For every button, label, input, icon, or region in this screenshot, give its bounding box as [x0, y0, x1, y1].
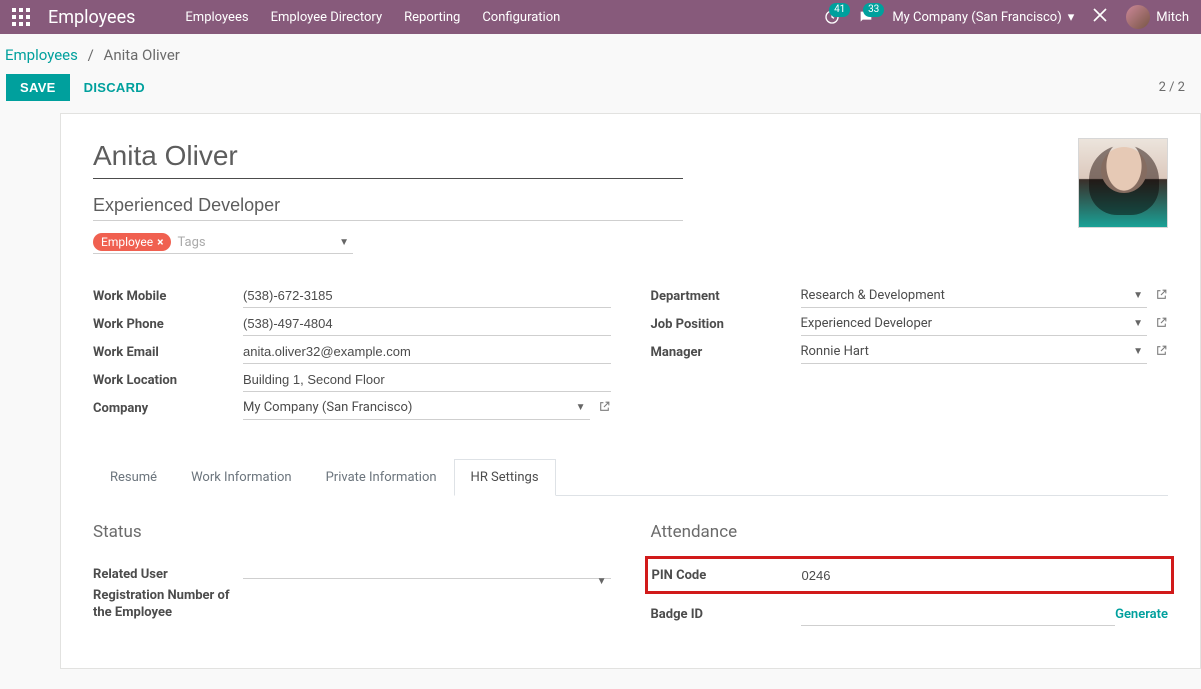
tag-employee[interactable]: Employee × — [93, 233, 171, 251]
breadcrumb: Employees / Anita Oliver — [0, 34, 1201, 64]
user-name: Mitch — [1156, 10, 1189, 25]
pager[interactable]: 2 / 2 — [1159, 80, 1195, 95]
employee-photo[interactable] — [1078, 138, 1168, 228]
messages-icon[interactable]: 33 — [858, 9, 874, 25]
app-brand[interactable]: Employees — [48, 7, 135, 28]
company-select[interactable]: My Company (San Francisco) — [243, 396, 590, 420]
manager-select[interactable]: Ronnie Hart — [801, 340, 1148, 364]
related-user-select[interactable] — [243, 570, 611, 579]
discard-button[interactable]: DISCARD — [84, 80, 145, 95]
pin-code-label: PIN Code — [652, 568, 802, 583]
user-menu[interactable]: Mitch — [1126, 5, 1189, 29]
breadcrumb-root[interactable]: Employees — [5, 46, 78, 64]
employee-title-input[interactable] — [93, 193, 683, 221]
chevron-down-icon: ▼ — [339, 237, 349, 248]
work-location-label: Work Location — [93, 373, 243, 388]
tag-label: Employee — [101, 235, 153, 249]
manager-label: Manager — [651, 345, 801, 360]
job-position-label: Job Position — [651, 317, 801, 332]
work-location-input[interactable] — [243, 368, 611, 392]
work-phone-label: Work Phone — [93, 317, 243, 332]
work-mobile-input[interactable] — [243, 284, 611, 308]
breadcrumb-current: Anita Oliver — [104, 46, 180, 64]
activities-icon[interactable]: 41 — [824, 9, 840, 25]
attendance-section-title: Attendance — [651, 522, 1169, 542]
external-link-icon[interactable] — [1155, 288, 1168, 305]
department-label: Department — [651, 289, 801, 304]
avatar — [1126, 5, 1150, 29]
menu-configuration[interactable]: Configuration — [482, 10, 560, 25]
department-select[interactable]: Research & Development — [801, 284, 1148, 308]
tab-work-information[interactable]: Work Information — [174, 459, 309, 496]
apps-icon[interactable] — [12, 8, 30, 26]
related-user-label: Related User — [93, 567, 243, 582]
tabs: Resumé Work Information Private Informat… — [93, 458, 1168, 496]
actions-row: SAVE DISCARD 2 / 2 — [0, 64, 1201, 113]
tab-resume[interactable]: Resumé — [93, 459, 174, 496]
registration-number-label: Registration Number of the Employee — [93, 588, 243, 622]
pin-highlight: PIN Code — [645, 556, 1175, 594]
external-link-icon[interactable] — [1155, 316, 1168, 333]
save-button[interactable]: SAVE — [6, 74, 70, 101]
debug-icon[interactable] — [1092, 7, 1108, 27]
tags-placeholder: Tags — [177, 235, 205, 250]
menu-employee-directory[interactable]: Employee Directory — [271, 10, 383, 25]
badge-id-input[interactable] — [801, 602, 1116, 626]
work-email-label: Work Email — [93, 345, 243, 360]
tab-hr-settings[interactable]: HR Settings — [454, 459, 556, 496]
external-link-icon[interactable] — [598, 400, 611, 417]
tags-field[interactable]: Employee × Tags ▼ — [93, 233, 353, 254]
pin-code-input[interactable] — [802, 564, 1168, 587]
generate-button[interactable]: Generate — [1115, 607, 1168, 622]
company-label: Company — [93, 401, 243, 416]
company-name: My Company (San Francisco) — [892, 10, 1061, 25]
external-link-icon[interactable] — [1155, 344, 1168, 361]
tag-remove-icon[interactable]: × — [157, 235, 163, 249]
job-position-select[interactable]: Experienced Developer — [801, 312, 1148, 336]
topbar: Employees Employees Employee Directory R… — [0, 0, 1201, 34]
top-menu: Employees Employee Directory Reporting C… — [185, 10, 560, 25]
messages-badge: 33 — [863, 3, 884, 17]
work-mobile-label: Work Mobile — [93, 289, 243, 304]
tab-private-information[interactable]: Private Information — [309, 459, 454, 496]
employee-name-input[interactable] — [93, 138, 683, 179]
menu-employees[interactable]: Employees — [185, 10, 248, 25]
chevron-down-icon: ▾ — [1068, 10, 1075, 25]
status-section-title: Status — [93, 522, 611, 542]
form-sheet: Employee × Tags ▼ Work Mobile Work Phone… — [60, 113, 1201, 669]
company-switcher[interactable]: My Company (San Francisco) ▾ — [892, 10, 1074, 25]
menu-reporting[interactable]: Reporting — [404, 10, 460, 25]
work-phone-input[interactable] — [243, 312, 611, 336]
work-email-input[interactable] — [243, 340, 611, 364]
breadcrumb-separator: / — [88, 46, 94, 64]
activities-badge: 41 — [829, 3, 850, 17]
badge-id-label: Badge ID — [651, 607, 801, 622]
